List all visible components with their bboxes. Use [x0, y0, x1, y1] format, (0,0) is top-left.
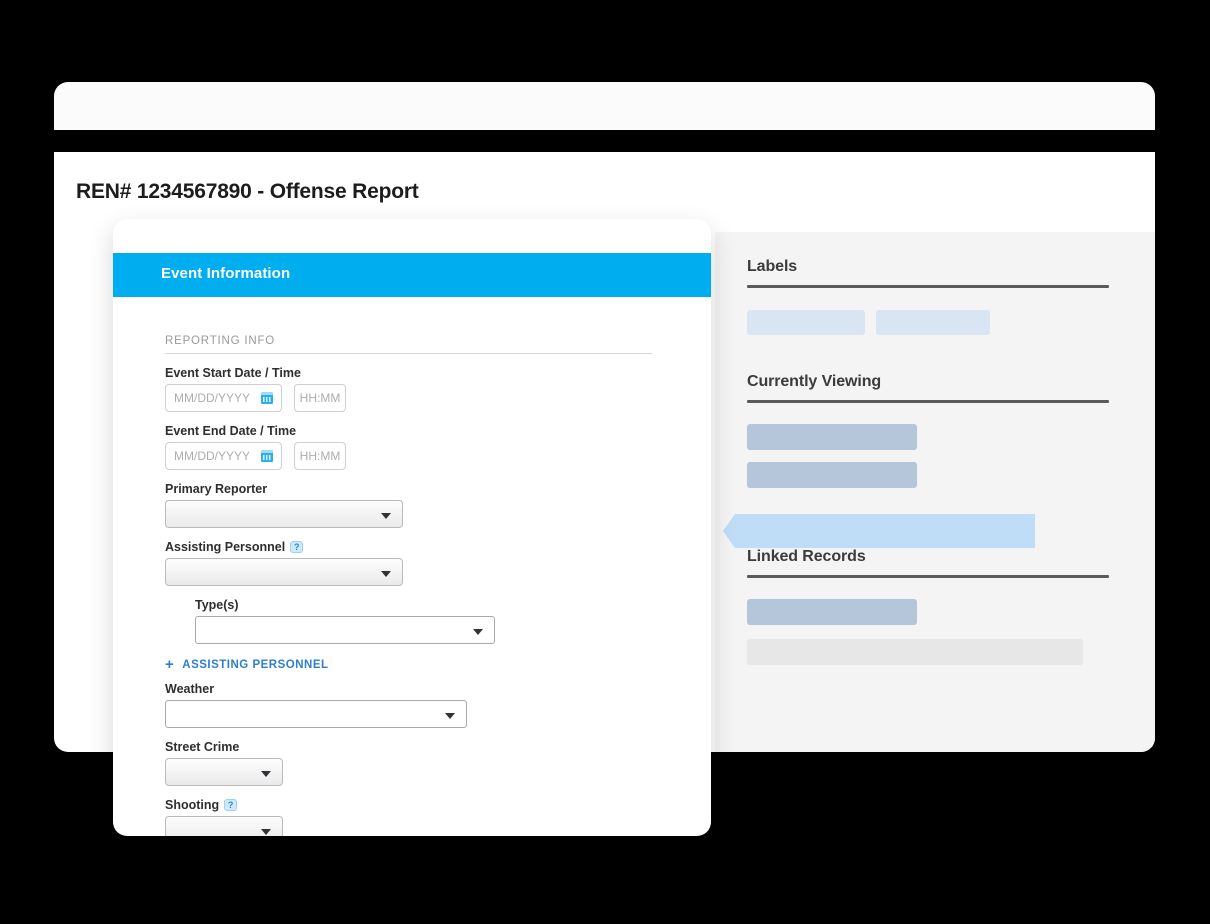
currently-viewing-item[interactable]: [747, 462, 917, 488]
label-chip[interactable]: [747, 310, 865, 335]
types-select[interactable]: [195, 616, 495, 644]
event-end-date-input[interactable]: MM/DD/YYYY: [165, 442, 282, 470]
placeholder-text: HH:MM: [300, 449, 341, 463]
field-label-text: Type(s): [195, 598, 239, 612]
linked-record-placeholder[interactable]: [747, 639, 1083, 665]
window-top-strip: [54, 82, 1155, 130]
field-label: Event End Date / Time: [165, 424, 711, 438]
event-information-form-card: Event Information REPORTING INFO Event S…: [113, 219, 711, 836]
field-weather: Weather: [165, 682, 711, 728]
help-question-icon[interactable]: ?: [290, 541, 303, 553]
currently-viewing-item[interactable]: [747, 424, 917, 450]
event-end-time-input[interactable]: HH:MM: [294, 442, 346, 470]
section-linked-records: Linked Records: [747, 548, 1109, 665]
field-label: Type(s): [195, 598, 711, 612]
calendar-icon[interactable]: [261, 450, 273, 462]
currently-viewing-active-item[interactable]: [723, 514, 1035, 548]
field-label-text: Primary Reporter: [165, 482, 267, 496]
calendar-icon[interactable]: [261, 392, 273, 404]
add-assisting-personnel-label: ASSISTING PERSONNEL: [182, 659, 328, 671]
field-event-end: Event End Date / Time MM/DD/YYYY HH:MM: [165, 424, 711, 470]
field-label-text: Event End Date / Time: [165, 424, 296, 438]
section-title-labels: Labels: [747, 258, 1109, 276]
screenshot-stage: REN# 1234567890 - Offense Report Labels …: [0, 0, 1210, 924]
field-types: Type(s): [195, 598, 711, 644]
section-labels: Labels: [747, 258, 1109, 335]
field-row: MM/DD/YYYY HH:MM: [165, 384, 711, 412]
section-divider: [747, 285, 1109, 288]
group-header-reporting-info: REPORTING INFO: [165, 335, 652, 354]
field-label-text: Assisting Personnel: [165, 540, 285, 554]
field-label-text: Shooting: [165, 798, 219, 812]
plus-icon: +: [165, 657, 174, 672]
section-currently-viewing: Currently Viewing: [747, 373, 1109, 542]
section-title-currently-viewing: Currently Viewing: [747, 373, 1109, 391]
field-event-start: Event Start Date / Time MM/DD/YYYY HH:MM: [165, 366, 711, 412]
primary-reporter-select[interactable]: [165, 500, 403, 528]
field-label: Event Start Date / Time: [165, 366, 711, 380]
page-title: REN# 1234567890 - Offense Report: [76, 180, 419, 204]
field-assisting-personnel: Assisting Personnel ?: [165, 540, 711, 586]
linked-record-item[interactable]: [747, 599, 917, 625]
street-crime-select[interactable]: [165, 758, 283, 786]
form-body: REPORTING INFO Event Start Date / Time M…: [113, 297, 711, 836]
add-assisting-personnel-button[interactable]: + ASSISTING PERSONNEL: [165, 657, 711, 672]
assisting-personnel-select[interactable]: [165, 558, 403, 586]
field-label: Street Crime: [165, 740, 711, 754]
label-chip[interactable]: [876, 310, 990, 335]
field-street-crime: Street Crime: [165, 740, 711, 786]
field-label: Primary Reporter: [165, 482, 711, 496]
event-start-date-input[interactable]: MM/DD/YYYY: [165, 384, 282, 412]
field-primary-reporter: Primary Reporter: [165, 482, 711, 528]
section-divider: [747, 400, 1109, 403]
section-title-linked-records: Linked Records: [747, 548, 1109, 566]
placeholder-text: MM/DD/YYYY: [174, 449, 250, 463]
details-side-panel: Labels Currently Viewing: [715, 232, 1155, 752]
placeholder-text: MM/DD/YYYY: [174, 391, 250, 405]
shooting-select[interactable]: [165, 816, 283, 836]
field-label: Weather: [165, 682, 711, 696]
field-shooting: Shooting ?: [165, 798, 711, 836]
form-card-header: Event Information: [113, 253, 711, 297]
weather-select[interactable]: [165, 700, 467, 728]
field-label-text: Event Start Date / Time: [165, 366, 301, 380]
form-card-header-title: Event Information: [161, 265, 290, 282]
field-label: Shooting ?: [165, 798, 711, 812]
field-label-text: Street Crime: [165, 740, 239, 754]
field-row: MM/DD/YYYY HH:MM: [165, 442, 711, 470]
help-question-icon[interactable]: ?: [224, 799, 237, 811]
field-label: Assisting Personnel ?: [165, 540, 711, 554]
placeholder-text: HH:MM: [300, 391, 341, 405]
event-start-time-input[interactable]: HH:MM: [294, 384, 346, 412]
field-label-text: Weather: [165, 682, 214, 696]
section-divider: [747, 575, 1109, 578]
labels-chip-row: [747, 310, 1109, 335]
